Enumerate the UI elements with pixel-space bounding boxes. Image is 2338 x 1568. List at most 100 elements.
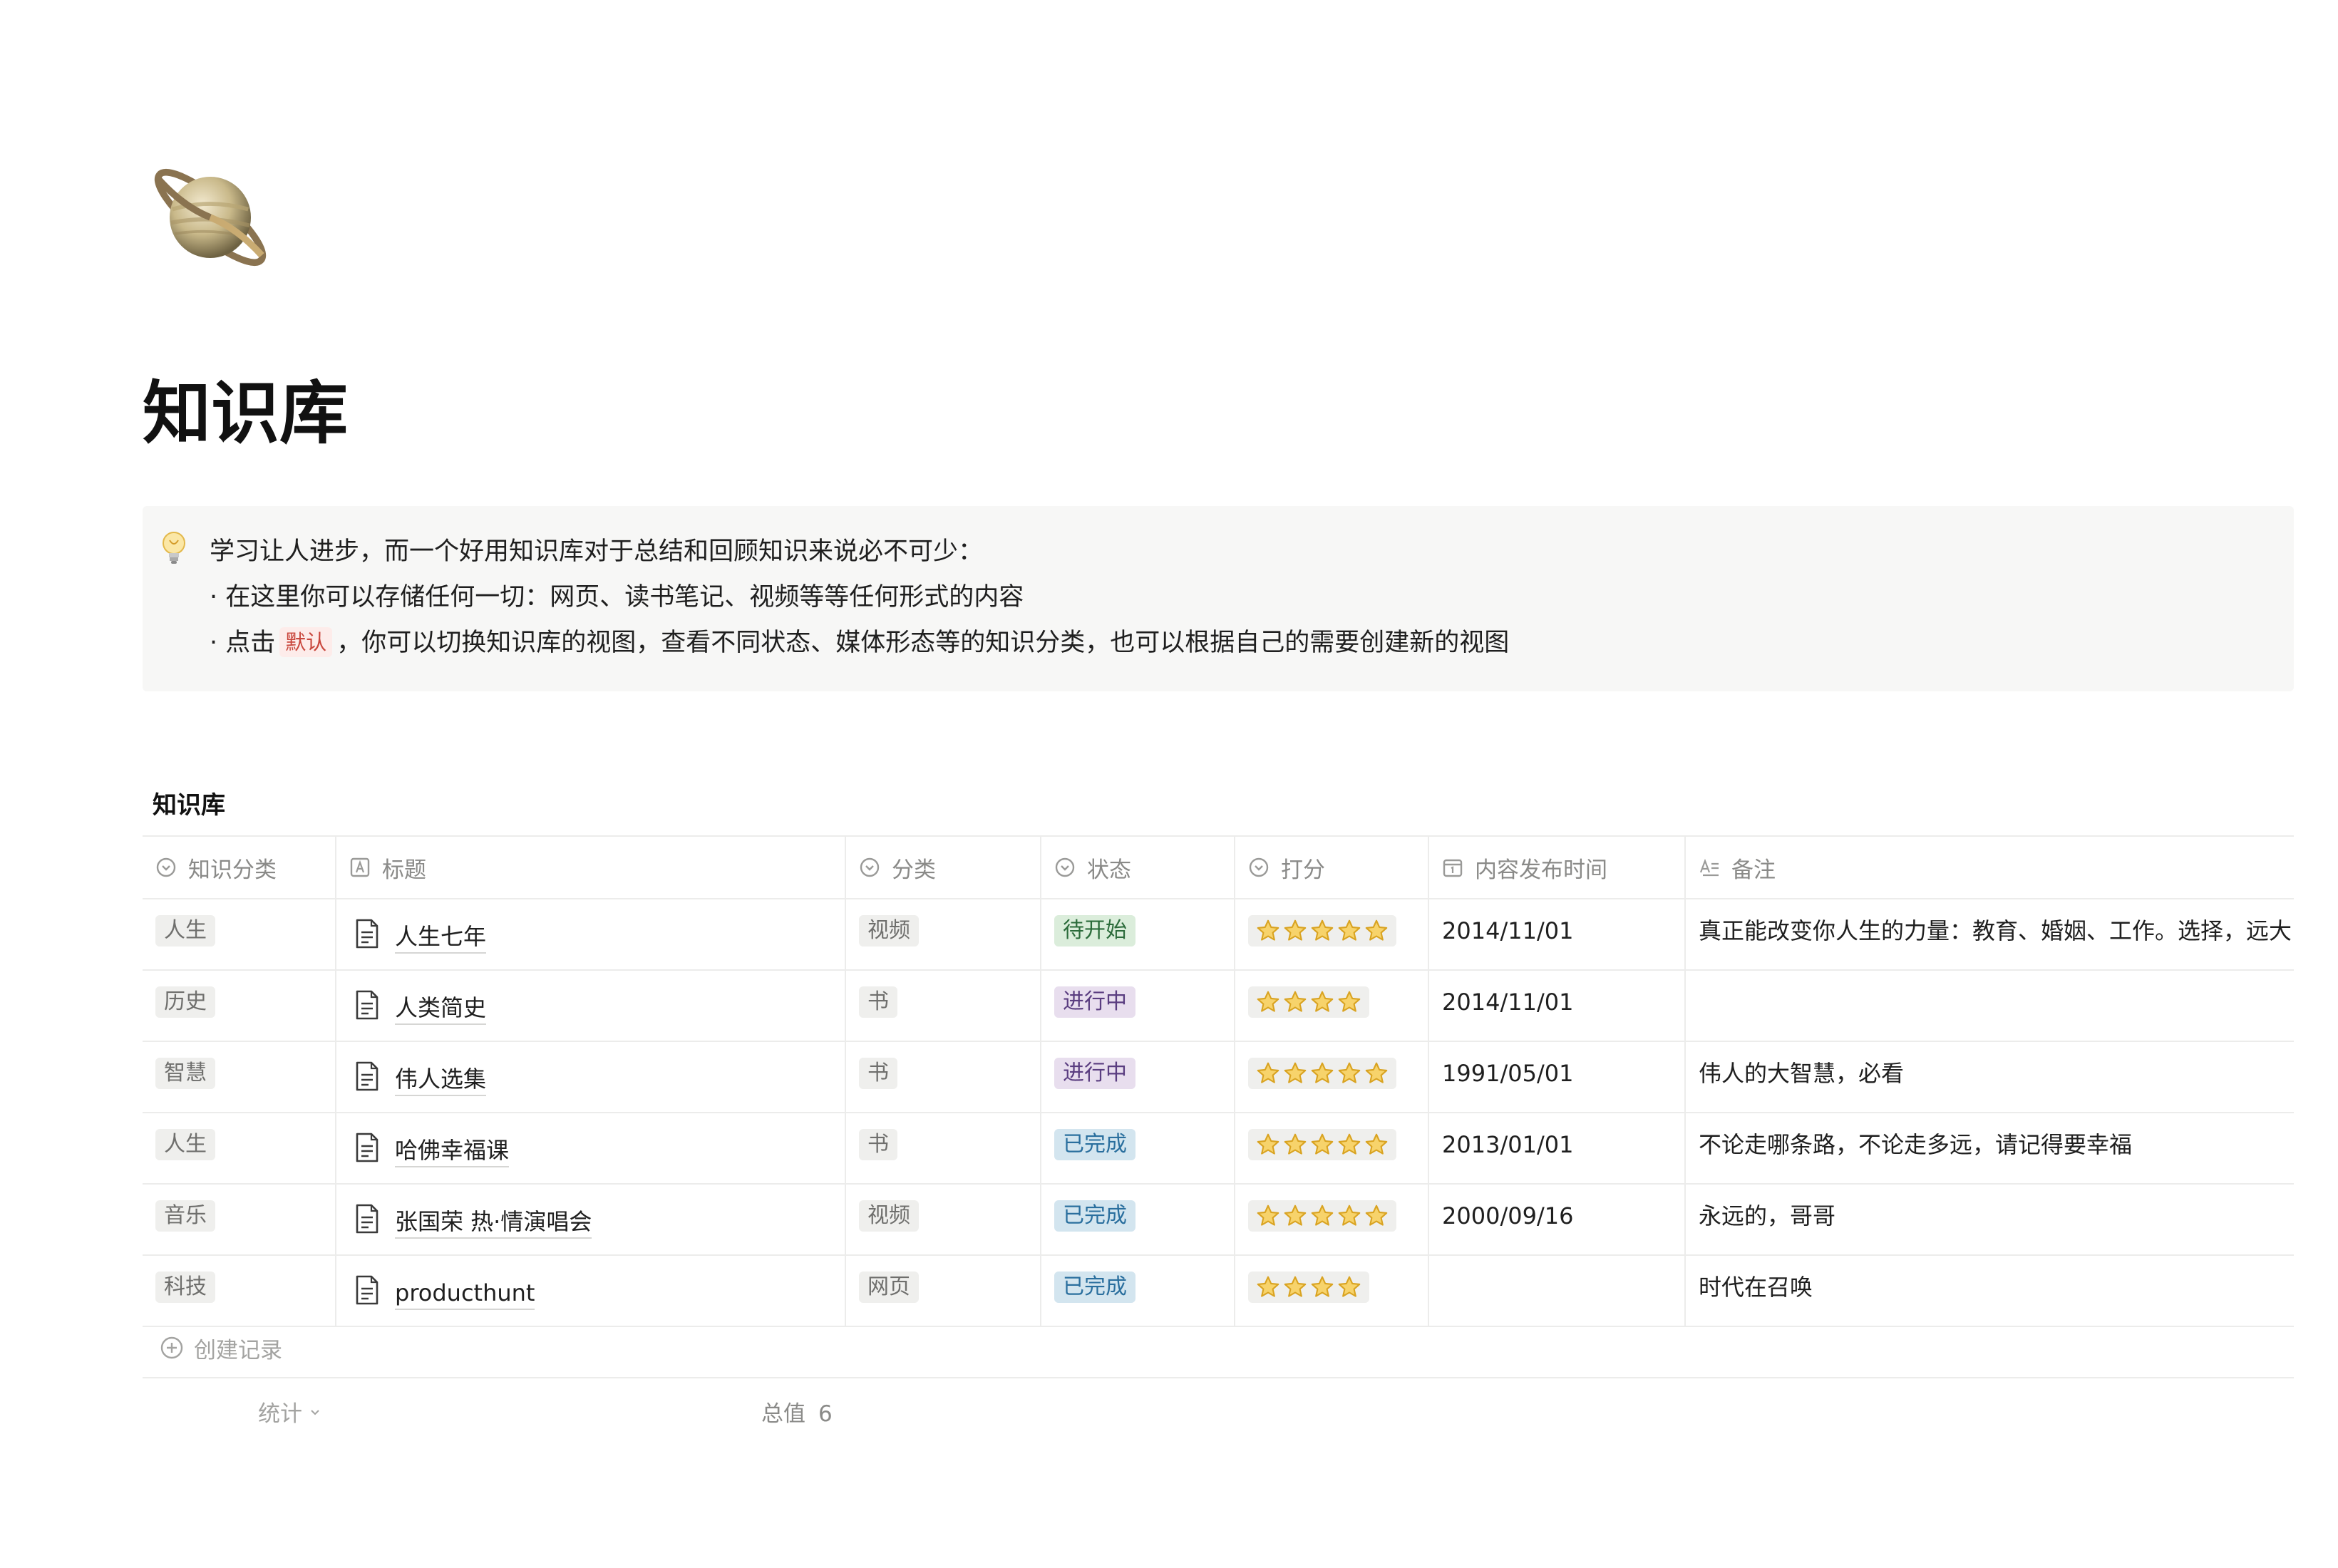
type-cell[interactable]: 书 <box>846 1042 1041 1112</box>
title-cell[interactable]: producthunt <box>336 1256 846 1326</box>
status-badge: 待开始 <box>1054 915 1135 947</box>
rating-cell[interactable] <box>1235 971 1429 1041</box>
star-icon <box>1284 1276 1307 1297</box>
type-cell[interactable]: 书 <box>846 971 1041 1041</box>
page-root: 知识库 学习让人进步，而一个好用知识库对于总结和回顾知识来说必不可少： · 在这… <box>0 0 2338 1568</box>
date-cell[interactable]: 2013/01/01 <box>1429 1113 1686 1183</box>
title-link[interactable]: 伟人选集 <box>395 1063 487 1096</box>
status-cell[interactable]: 已完成 <box>1041 1113 1235 1183</box>
column-header-type[interactable]: 分类 <box>846 837 1041 898</box>
category-tag: 智慧 <box>155 1058 215 1089</box>
title-link[interactable]: producthunt <box>395 1277 535 1310</box>
date-cell[interactable]: 1991/05/01 <box>1429 1042 1686 1112</box>
note-cell[interactable]: 时代在召唤 <box>1686 1256 2294 1326</box>
note-cell[interactable]: 真正能改变你人生的力量：教育、婚姻、工作。选择，远大 <box>1686 899 2294 969</box>
column-header-label: 状态 <box>1087 857 1131 883</box>
star-icon <box>1257 1276 1279 1297</box>
table-row[interactable]: 人生 哈佛幸福课 书 已完成 2013/01/01 不论走哪条路，不论走多远，请记得要幸福 <box>143 1113 2294 1185</box>
status-cell[interactable]: 已完成 <box>1041 1256 1235 1326</box>
column-header-label: 备注 <box>1731 857 1776 883</box>
table-row[interactable]: 智慧 伟人选集 书 进行中 1991/05/01 伟人的大智慧，必看 <box>143 1042 2294 1113</box>
note-text: 伟人的大智慧，必看 <box>1699 1060 1905 1087</box>
page-document-icon <box>356 1275 378 1305</box>
calculate-label: 统计 <box>258 1401 302 1427</box>
select-icon <box>1055 857 1075 877</box>
category-cell[interactable]: 科技 <box>143 1256 336 1326</box>
title-count-summary[interactable]: 总值 6 <box>761 1396 833 1428</box>
publish-date: 2013/01/01 <box>1442 1131 1574 1158</box>
column-header-title[interactable]: 标题 <box>336 837 846 898</box>
title-link[interactable]: 人生七年 <box>395 921 487 954</box>
status-cell[interactable]: 已完成 <box>1041 1185 1235 1254</box>
callout-line-2: · 在这里你可以存储任何一切：网页、读书笔记、视频等等任何形式的内容 <box>210 583 1024 612</box>
total-label: 总值 <box>761 1401 805 1427</box>
database-title[interactable]: 知识库 <box>153 785 225 820</box>
status-badge: 进行中 <box>1054 1058 1135 1089</box>
status-cell[interactable]: 进行中 <box>1041 971 1235 1041</box>
note-cell[interactable]: 永远的，哥哥 <box>1686 1185 2294 1254</box>
note-cell[interactable]: 伟人的大智慧，必看 <box>1686 1042 2294 1112</box>
rating-cell[interactable] <box>1235 1113 1429 1183</box>
rating-cell[interactable] <box>1235 1042 1429 1112</box>
publish-date: 2014/11/01 <box>1442 989 1574 1016</box>
title-cell[interactable]: 伟人选集 <box>336 1042 846 1112</box>
add-record-button[interactable]: 创建记录 <box>143 1319 2294 1378</box>
rating-cell[interactable] <box>1235 1256 1429 1326</box>
column-header-note[interactable]: 备注 <box>1686 837 2294 898</box>
status-cell[interactable]: 进行中 <box>1041 1042 1235 1112</box>
title-link[interactable]: 张国荣 热·情演唱会 <box>395 1206 592 1239</box>
column-header-status[interactable]: 状态 <box>1041 837 1235 898</box>
table-row[interactable]: 历史 人类简史 书 进行中 2014/11/01 <box>143 971 2294 1042</box>
category-cell[interactable]: 音乐 <box>143 1185 336 1254</box>
select-icon <box>1249 857 1269 877</box>
calculate-dropdown[interactable]: 统计 <box>258 1396 322 1428</box>
type-cell[interactable]: 视频 <box>846 899 1041 969</box>
type-cell[interactable]: 书 <box>846 1113 1041 1183</box>
rating-cell[interactable] <box>1235 1185 1429 1254</box>
date-cell[interactable] <box>1429 1256 1686 1326</box>
date-cell[interactable]: 2000/09/16 <box>1429 1185 1686 1254</box>
star-icon <box>1338 1276 1361 1297</box>
title-cell[interactable]: 人生七年 <box>336 899 846 969</box>
publish-date: 2000/09/16 <box>1442 1202 1574 1229</box>
column-header-label: 内容发布时间 <box>1475 857 1607 883</box>
note-cell[interactable]: 不论走哪条路，不论走多远，请记得要幸福 <box>1686 1113 2294 1183</box>
category-cell[interactable]: 人生 <box>143 899 336 969</box>
type-tag: 视频 <box>859 1200 919 1232</box>
category-cell[interactable]: 人生 <box>143 1113 336 1183</box>
title-link[interactable]: 人类简史 <box>395 992 487 1025</box>
rating-cell[interactable] <box>1235 899 1429 969</box>
title-cell[interactable]: 哈佛幸福课 <box>336 1113 846 1183</box>
select-icon <box>156 857 176 877</box>
star-icon <box>1338 919 1361 941</box>
table-row[interactable]: 科技 producthunt 网页 已完成 时代在召唤 <box>143 1256 2294 1327</box>
title-cell[interactable]: 张国荣 热·情演唱会 <box>336 1185 846 1254</box>
type-cell[interactable]: 视频 <box>846 1185 1041 1254</box>
column-header-date[interactable]: 内容发布时间 <box>1429 837 1686 898</box>
page-title[interactable]: 知识库 <box>143 371 348 456</box>
table-header-row: 知识分类 标题 分类 状态 打分 内容发布时间 备注 <box>143 835 2294 899</box>
type-cell[interactable]: 网页 <box>846 1256 1041 1326</box>
star-icon <box>1365 1062 1388 1083</box>
status-cell[interactable]: 待开始 <box>1041 899 1235 969</box>
star-icon <box>1338 991 1361 1012</box>
ringed-planet-icon[interactable] <box>143 150 278 285</box>
category-cell[interactable]: 历史 <box>143 971 336 1041</box>
note-text: 时代在召唤 <box>1699 1274 1813 1301</box>
table-row[interactable]: 人生 人生七年 视频 待开始 2014/11/01 真正能改变你人生的力量：教育、婚姻、工… <box>143 899 2294 971</box>
column-header-rating[interactable]: 打分 <box>1235 837 1429 898</box>
note-cell[interactable] <box>1686 971 2294 1041</box>
column-header-category[interactable]: 知识分类 <box>143 837 336 898</box>
callout-line-3: · 点击 默认 ，你可以切换知识库的视图，查看不同状态、媒体形态等的知识分类，也可以… <box>210 626 1509 660</box>
default-view-tag[interactable]: 默认 <box>279 627 333 657</box>
date-cell[interactable]: 2014/11/01 <box>1429 899 1686 969</box>
status-badge: 已完成 <box>1054 1129 1135 1160</box>
title-link[interactable]: 哈佛幸福课 <box>395 1135 510 1167</box>
category-cell[interactable]: 智慧 <box>143 1042 336 1112</box>
table-row[interactable]: 音乐 张国荣 热·情演唱会 视频 已完成 2000/09/16 永远的，哥哥 <box>143 1185 2294 1256</box>
title-cell[interactable]: 人类简史 <box>336 971 846 1041</box>
callout-line-3-suffix: ，你可以切换知识库的视图，查看不同状态、媒体形态等的知识分类，也可以根据自己的需… <box>336 629 1510 657</box>
callout-line-1: 学习让人进步，而一个好用知识库对于总结和回顾知识来说必不可少： <box>210 537 984 566</box>
date-cell[interactable]: 2014/11/01 <box>1429 971 1686 1041</box>
text-lines-icon <box>1699 858 1719 877</box>
